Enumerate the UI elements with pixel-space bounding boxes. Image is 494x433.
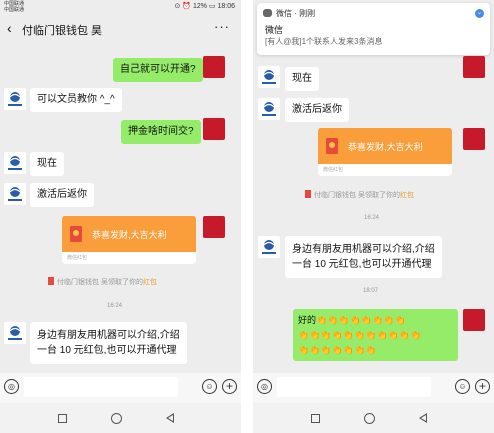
contact-logo-icon	[8, 187, 22, 201]
contact-avatar[interactable]	[258, 236, 280, 258]
red-packet-footer: 微信红包	[318, 164, 452, 176]
outgoing-message: 押金啥时间交?	[121, 120, 201, 144]
home-icon[interactable]	[364, 413, 375, 424]
notification-body: [有人@我]1个联系人发来3条消息	[265, 37, 383, 46]
self-avatar[interactable]	[463, 309, 485, 331]
clap-emoji: 👏👏👏👏👏👏👏👏	[316, 315, 406, 325]
emoji-row-3: 👏👏👏👏👏👏👏	[298, 345, 377, 355]
contact-logo-icon	[262, 70, 276, 84]
notification-title: 微信	[265, 25, 284, 35]
contact-logo-icon	[262, 102, 276, 116]
emoji-icon[interactable]: ☺	[202, 379, 217, 394]
nav-bar	[253, 403, 494, 433]
contact-avatar[interactable]	[4, 183, 26, 205]
red-packet-card[interactable]: 恭喜发财,大吉大利 微信红包	[62, 216, 196, 264]
red-packet-receipt-note: 付临门银钱包 吴领取了你的红包	[48, 277, 157, 287]
input-bar: ◎ ☺ +	[253, 373, 494, 403]
incoming-message: 可以文员教你 ^_^	[30, 88, 122, 112]
receipt-note-text: 付临门银钱包 吴领取了你的	[57, 279, 143, 286]
voice-icon[interactable]: ◎	[257, 379, 272, 394]
recent-apps-icon[interactable]	[311, 414, 320, 423]
timestamp: 16:24	[364, 215, 380, 221]
emoji-icon[interactable]: ☺	[455, 379, 470, 394]
message-input[interactable]	[277, 377, 431, 397]
red-packet-mini-icon	[305, 190, 311, 198]
incoming-message: 现在	[285, 67, 319, 91]
input-bar: ◎ ☺ +	[0, 373, 241, 403]
message-line-2: 一台 10 元红包,也可以开通代理	[37, 345, 177, 356]
message-line-1: 身边有朋友用机器可以介绍,介绍	[292, 244, 435, 255]
outgoing-emoji-message: 好的👏👏👏👏👏👏👏👏 👏👏👏👏👏👏👏👏👏👏👏 👏👏👏👏👏👏👏	[293, 309, 458, 361]
incoming-message: 身边有朋友用机器可以介绍,介绍 一台 10 元红包,也可以开通代理	[285, 236, 442, 278]
back-icon[interactable]: ‹	[7, 20, 12, 36]
contact-avatar[interactable]	[258, 66, 280, 88]
message-input[interactable]	[24, 377, 178, 397]
contact-logo-icon	[8, 92, 22, 106]
incoming-message: 现在	[30, 152, 64, 176]
reply-text: 好的	[298, 315, 317, 325]
outgoing-message: 自己就可以开通?	[113, 58, 203, 82]
back-triangle-icon[interactable]	[166, 413, 174, 423]
contact-avatar[interactable]	[4, 152, 26, 174]
notification-app: 微信 · 刚刚	[276, 9, 316, 18]
red-packet-icon	[326, 138, 338, 154]
contact-logo-icon	[8, 156, 22, 170]
incoming-message: 身边有朋友用机器可以介绍,介绍 一台 10 元红包,也可以开通代理	[30, 322, 187, 364]
message-line-2: 一台 10 元红包,也可以开通代理	[292, 259, 432, 270]
red-packet-card[interactable]: 恭喜发财,大吉大利 微信红包	[318, 128, 452, 176]
timestamp: 16:24	[107, 303, 123, 309]
self-avatar[interactable]	[203, 56, 225, 78]
red-packet-receipt-note: 付临门银钱包 吴领取了你的红包	[305, 190, 414, 200]
more-icon[interactable]: ···	[214, 19, 230, 34]
emoji-row-1: 好的👏👏👏👏👏👏👏👏	[298, 314, 406, 326]
message-line-1: 身边有朋友用机器可以介绍,介绍	[37, 330, 180, 341]
red-packet-text: 恭喜发财,大吉大利	[92, 230, 167, 240]
self-avatar[interactable]	[463, 56, 485, 78]
wechat-icon	[263, 9, 272, 17]
plus-icon[interactable]: +	[475, 379, 490, 394]
nav-bar	[0, 403, 241, 433]
carrier-label: 中国联通 中国联通	[4, 1, 24, 13]
contact-avatar[interactable]	[4, 322, 26, 344]
incoming-message: 激活后返你	[30, 183, 94, 207]
voice-icon[interactable]: ◎	[4, 379, 19, 394]
red-packet-icon	[70, 226, 82, 242]
carrier-2: 中国联通	[4, 7, 25, 13]
self-avatar[interactable]	[203, 118, 225, 140]
contact-avatar[interactable]	[4, 88, 26, 110]
timestamp: 18:07	[363, 288, 379, 294]
contact-avatar[interactable]	[258, 98, 280, 120]
red-packet-link[interactable]: 红包	[400, 192, 414, 199]
red-packet-top: 恭喜发财,大吉大利	[62, 216, 196, 252]
red-packet-footer: 微信红包	[62, 252, 196, 264]
contact-logo-icon	[8, 326, 22, 340]
receipt-note-text: 付临门银钱包 吴领取了你的	[314, 192, 400, 199]
chat-title: 付临门银钱包 昊	[22, 25, 103, 37]
home-icon[interactable]	[111, 413, 122, 424]
status-right: ⊙ ⏰ 12% ▭ 18:06	[174, 3, 235, 10]
red-packet-text: 恭喜发财,大吉大利	[348, 142, 423, 152]
recent-apps-icon[interactable]	[58, 414, 67, 423]
red-packet-top: 恭喜发财,大吉大利	[318, 128, 452, 164]
red-packet-mini-icon	[48, 277, 54, 285]
notification-banner[interactable]: 微信 · 刚刚 ⌄ 微信 [有人@我]1个联系人发来3条消息	[257, 3, 490, 55]
self-avatar[interactable]	[463, 128, 485, 150]
emoji-row-2: 👏👏👏👏👏👏👏👏👏👏👏	[298, 330, 422, 340]
red-packet-link[interactable]: 红包	[143, 279, 157, 286]
back-triangle-icon[interactable]	[419, 413, 427, 423]
status-bar: 中国联通 中国联通 ⊙ ⏰ 12% ▭ 18:06	[0, 0, 241, 14]
self-avatar[interactable]	[203, 216, 225, 238]
left-phone-screen: 中国联通 中国联通 ⊙ ⏰ 12% ▭ 18:06 ‹ 付临门银钱包 昊 ···…	[0, 0, 241, 433]
chat-header: ‹ 付临门银钱包 昊 ···	[0, 14, 241, 44]
contact-logo-icon	[262, 240, 276, 254]
plus-icon[interactable]: +	[222, 379, 237, 394]
right-phone-screen: 微信 · 刚刚 ⌄ 微信 [有人@我]1个联系人发来3条消息 现在 激活后返你 …	[253, 0, 494, 433]
incoming-message: 激活后返你	[285, 98, 349, 122]
expand-icon[interactable]: ⌄	[475, 9, 484, 18]
